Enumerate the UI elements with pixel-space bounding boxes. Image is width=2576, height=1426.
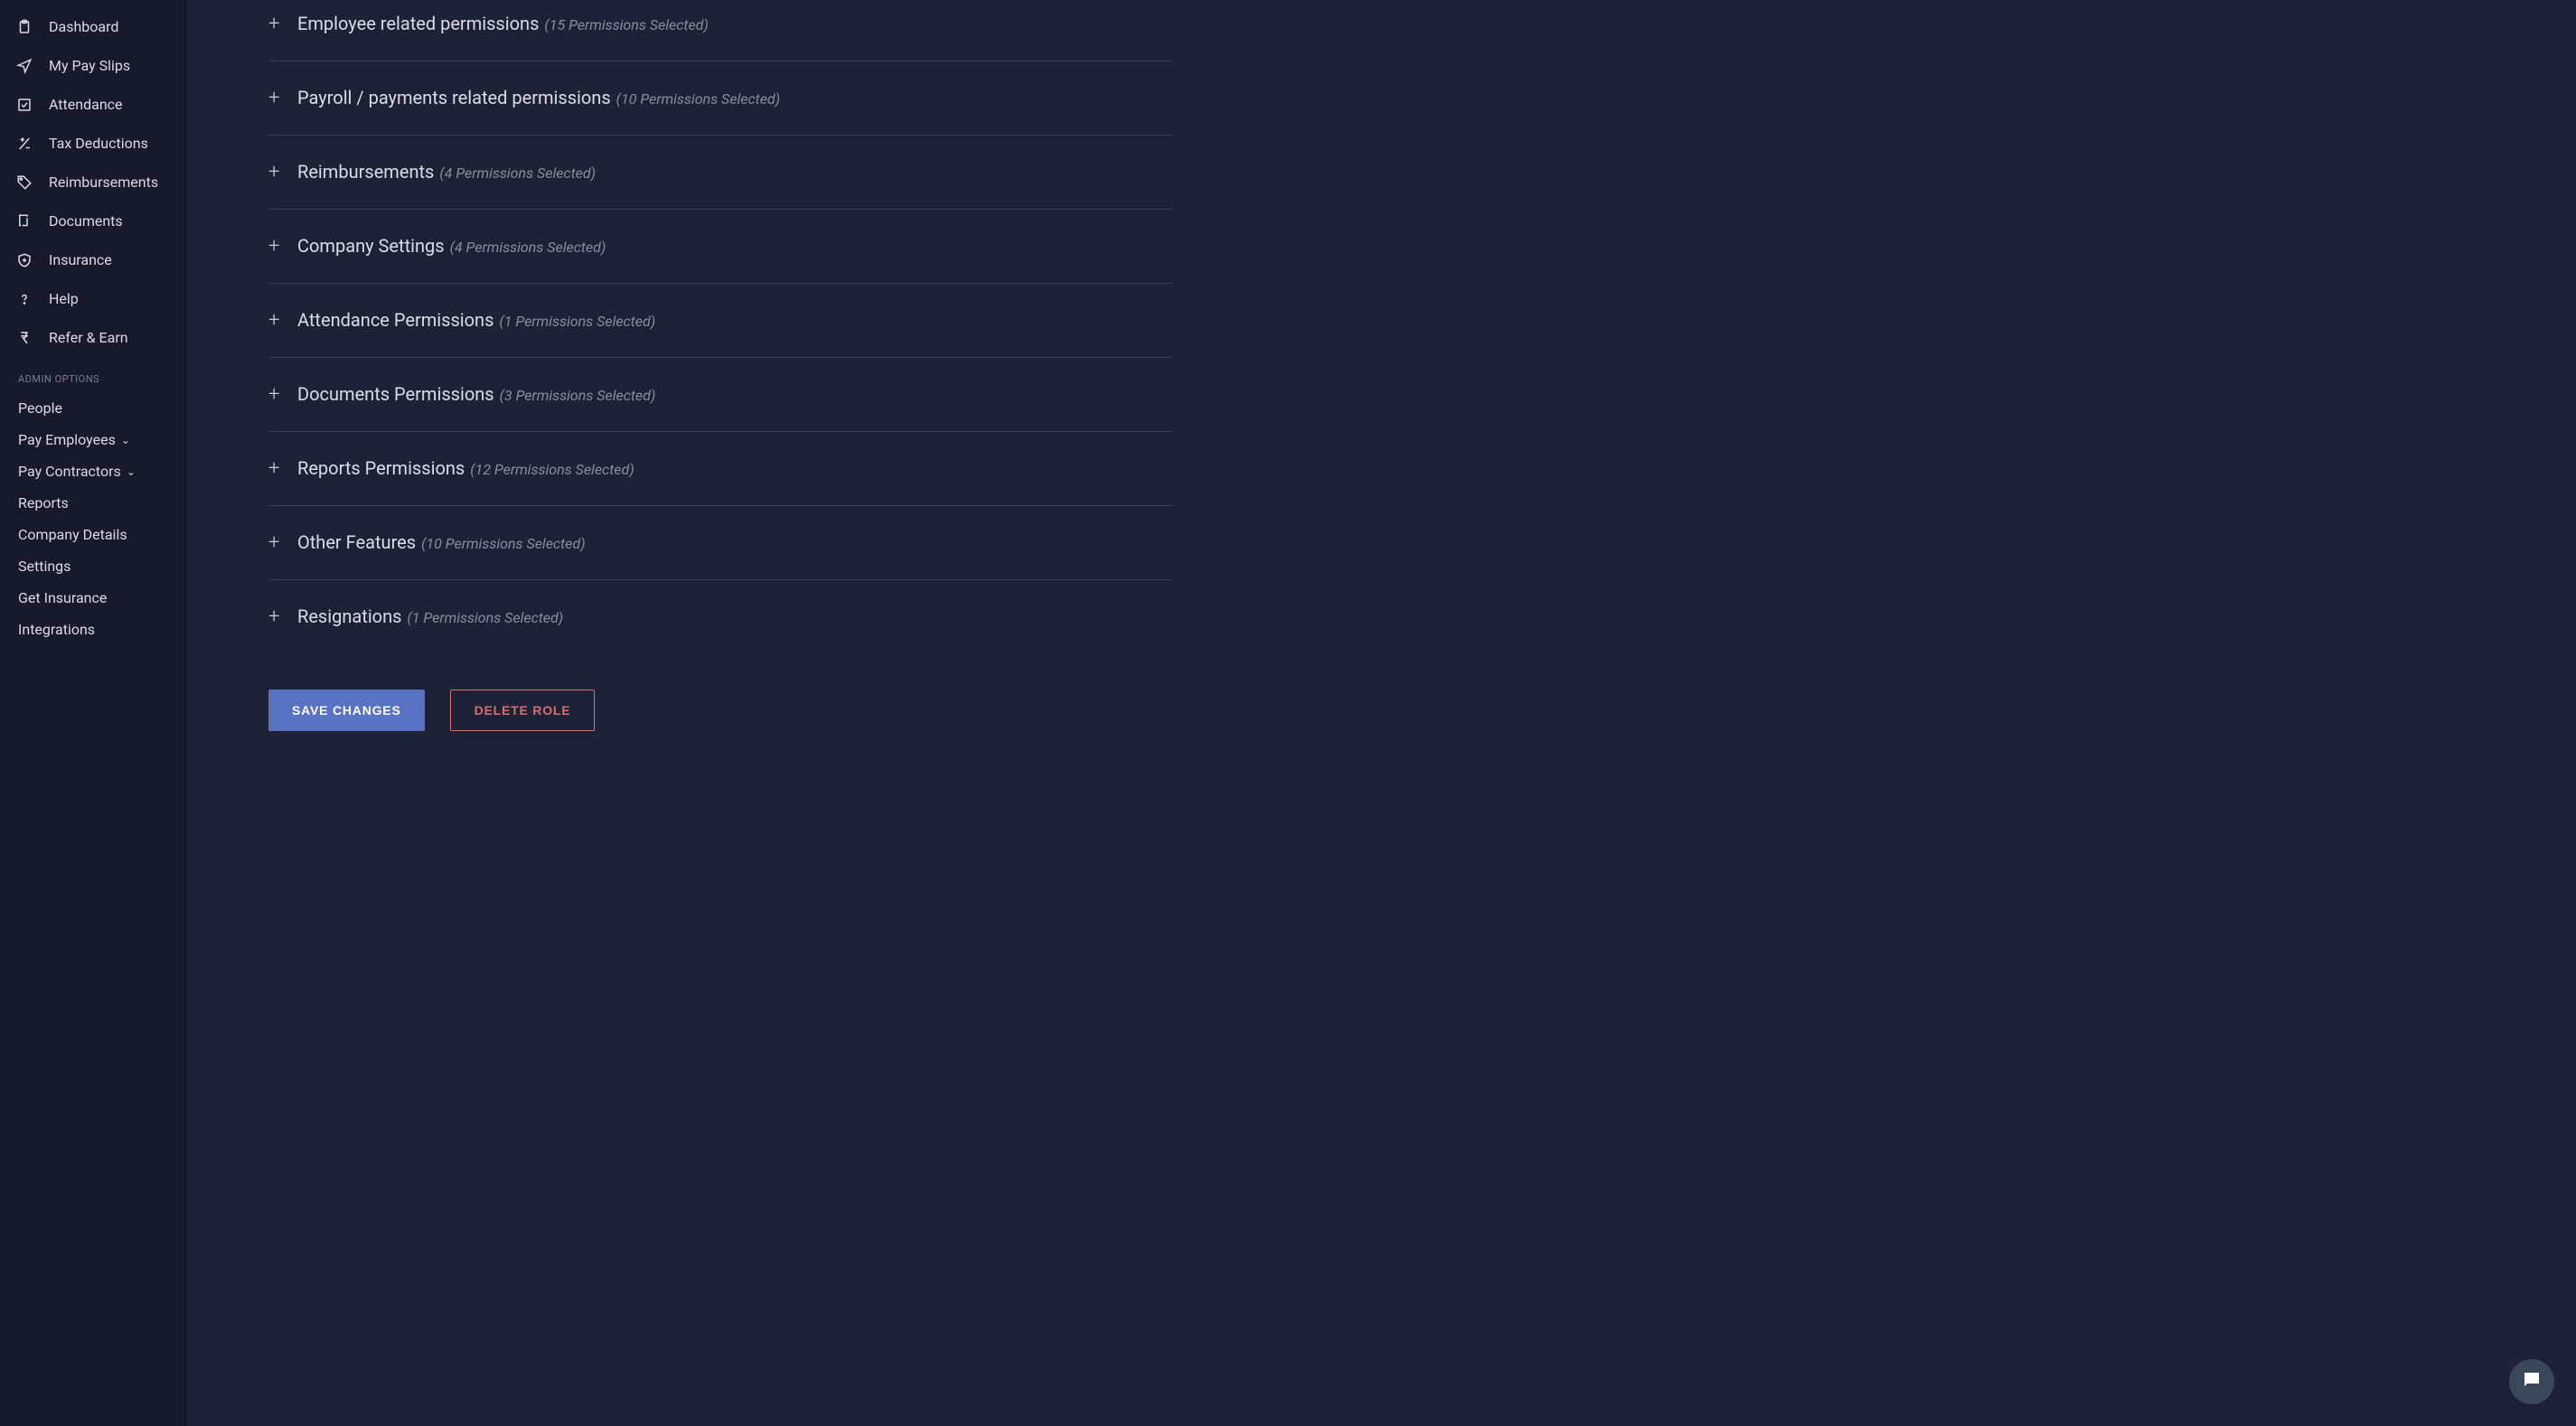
actions-bar: SAVE CHANGES DELETE ROLE — [268, 690, 2576, 731]
expand-icon: + — [268, 457, 297, 480]
admin-link-label: Company Details — [18, 526, 127, 543]
permission-title: Other Features — [297, 531, 416, 553]
admin-link-label: Get Insurance — [18, 589, 107, 606]
documents-icon — [16, 213, 33, 230]
admin-link-pay-contractors[interactable]: Pay Contractors ⌄ — [0, 455, 187, 487]
sidebar-item-label: Insurance — [49, 251, 112, 268]
main-content: + Employee related permissions (15 Permi… — [187, 0, 2576, 1426]
sidebar-item-label: Documents — [49, 212, 123, 230]
admin-link-company-details[interactable]: Company Details — [0, 519, 187, 550]
chat-icon — [2521, 1369, 2543, 1394]
expand-icon: + — [268, 235, 297, 258]
help-icon — [16, 291, 33, 307]
expand-icon: + — [268, 605, 297, 628]
chat-widget-button[interactable] — [2509, 1359, 2554, 1404]
permission-title: Resignations — [297, 605, 401, 627]
permission-count: (15 Permissions Selected) — [544, 16, 708, 33]
admin-link-label: Pay Employees — [18, 431, 116, 448]
chevron-down-icon: ⌄ — [127, 465, 136, 478]
permission-title: Reimbursements — [297, 161, 434, 183]
sidebar-item-label: Attendance — [49, 96, 123, 113]
sidebar-item-insurance[interactable]: Insurance — [0, 240, 187, 279]
permission-title: Employee related permissions — [297, 13, 539, 34]
sidebar-item-label: Reimbursements — [49, 174, 158, 191]
checkbox-icon — [16, 97, 33, 113]
permission-count: (12 Permissions Selected) — [470, 461, 634, 478]
expand-icon: + — [268, 161, 297, 183]
admin-link-label: Integrations — [18, 621, 95, 638]
sidebar-item-label: Tax Deductions — [49, 135, 148, 152]
expand-icon: + — [268, 383, 297, 406]
admin-options-header: ADMIN OPTIONS — [0, 357, 187, 392]
sidebar-item-payslips[interactable]: My Pay Slips — [0, 46, 187, 85]
permission-group-documents[interactable]: + Documents Permissions (3 Permissions S… — [268, 358, 1172, 432]
admin-link-reports[interactable]: Reports — [0, 487, 187, 519]
admin-link-people[interactable]: People — [0, 392, 187, 424]
sidebar-item-label: My Pay Slips — [49, 57, 130, 74]
permission-count: (1 Permissions Selected) — [499, 313, 655, 330]
permission-group-other[interactable]: + Other Features (10 Permissions Selecte… — [268, 506, 1172, 580]
sidebar-item-dashboard[interactable]: Dashboard — [0, 7, 187, 46]
permission-count: (10 Permissions Selected) — [616, 90, 780, 108]
admin-link-integrations[interactable]: Integrations — [0, 614, 187, 645]
expand-icon: + — [268, 13, 297, 35]
sidebar-item-reimbursements[interactable]: Reimbursements — [0, 163, 187, 202]
permission-title: Payroll / payments related permissions — [297, 87, 611, 108]
sidebar-item-refer[interactable]: Refer & Earn — [0, 318, 187, 357]
permission-group-reimbursements[interactable]: + Reimbursements (4 Permissions Selected… — [268, 136, 1172, 210]
sidebar-item-label: Help — [49, 290, 79, 307]
expand-icon: + — [268, 87, 297, 109]
permission-group-payroll[interactable]: + Payroll / payments related permissions… — [268, 61, 1172, 136]
admin-link-label: People — [18, 399, 62, 417]
save-button[interactable]: SAVE CHANGES — [268, 690, 425, 731]
permission-group-attendance[interactable]: + Attendance Permissions (1 Permissions … — [268, 284, 1172, 358]
expand-icon: + — [268, 531, 297, 554]
permissions-list: + Employee related permissions (15 Permi… — [268, 0, 1172, 653]
permission-group-reports[interactable]: + Reports Permissions (12 Permissions Se… — [268, 432, 1172, 506]
sidebar-item-attendance[interactable]: Attendance — [0, 85, 187, 124]
tag-icon — [16, 174, 33, 191]
permission-count: (4 Permissions Selected) — [439, 164, 596, 182]
sidebar: Dashboard My Pay Slips Attendance Tax De… — [0, 0, 187, 1426]
permission-title: Documents Permissions — [297, 383, 494, 405]
permission-group-employee[interactable]: + Employee related permissions (15 Permi… — [268, 0, 1172, 61]
sidebar-item-documents[interactable]: Documents — [0, 202, 187, 240]
sidebar-item-label: Refer & Earn — [49, 329, 128, 346]
sidebar-item-help[interactable]: Help — [0, 279, 187, 318]
permission-count: (3 Permissions Selected) — [500, 387, 656, 404]
plus-minus-icon — [16, 136, 33, 152]
admin-link-get-insurance[interactable]: Get Insurance — [0, 582, 187, 614]
sidebar-item-label: Dashboard — [49, 18, 118, 35]
admin-link-pay-employees[interactable]: Pay Employees ⌄ — [0, 424, 187, 455]
permission-group-company-settings[interactable]: + Company Settings (4 Permissions Select… — [268, 210, 1172, 284]
sidebar-item-tax[interactable]: Tax Deductions — [0, 124, 187, 163]
rupee-icon — [16, 330, 33, 346]
permission-count: (4 Permissions Selected) — [450, 239, 606, 256]
permission-title: Reports Permissions — [297, 457, 465, 479]
permission-group-resignations[interactable]: + Resignations (1 Permissions Selected) — [268, 580, 1172, 653]
permission-count: (10 Permissions Selected) — [421, 535, 585, 552]
shield-icon — [16, 252, 33, 268]
admin-link-label: Pay Contractors — [18, 463, 121, 480]
permission-count: (1 Permissions Selected) — [407, 609, 563, 626]
chevron-down-icon: ⌄ — [121, 434, 130, 446]
send-icon — [16, 58, 33, 74]
admin-link-label: Reports — [18, 494, 69, 511]
delete-button[interactable]: DELETE ROLE — [450, 690, 596, 731]
admin-link-label: Settings — [18, 558, 71, 575]
permission-title: Attendance Permissions — [297, 309, 494, 331]
clipboard-icon — [16, 19, 33, 35]
admin-link-settings[interactable]: Settings — [0, 550, 187, 582]
expand-icon: + — [268, 309, 297, 332]
permission-title: Company Settings — [297, 235, 445, 257]
